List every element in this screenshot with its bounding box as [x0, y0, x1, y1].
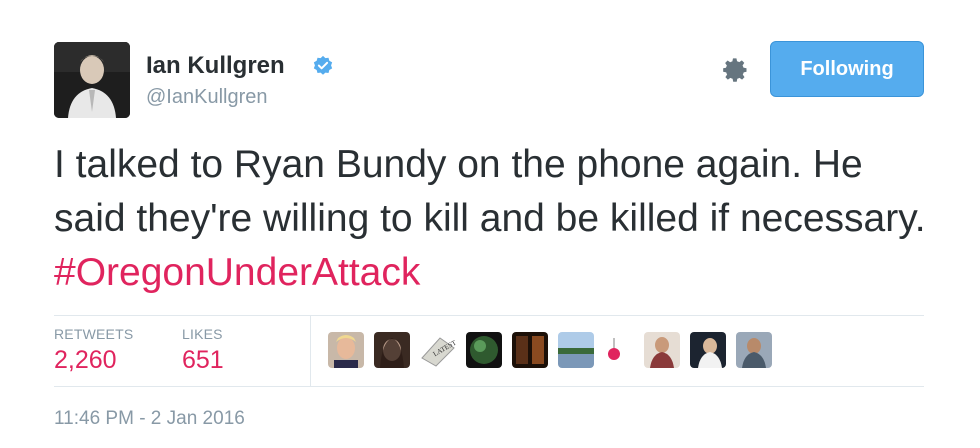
liker-avatar-7-icon[interactable] — [604, 332, 624, 368]
user-handle[interactable]: @IanKullgren — [146, 86, 267, 109]
liker-avatar-1-icon[interactable] — [328, 332, 364, 368]
tweet-body: I talked to Ryan Bundy on the phone agai… — [54, 143, 926, 240]
hashtag-link[interactable]: #OregonUnderAttack — [54, 251, 420, 294]
likes-label[interactable]: LIKES — [182, 326, 223, 342]
liker-avatar-6-icon[interactable] — [558, 332, 594, 368]
user-avatar-photo-icon — [54, 42, 130, 118]
liker-avatar-10-icon[interactable] — [736, 332, 772, 368]
tweet-text: I talked to Ryan Bundy on the phone agai… — [54, 138, 934, 300]
following-button[interactable]: Following — [770, 41, 924, 97]
gear-icon[interactable] — [722, 56, 750, 84]
likes-count[interactable]: 651 — [182, 346, 224, 375]
liker-avatar-5-icon[interactable] — [512, 332, 548, 368]
stats-top-divider — [54, 315, 924, 316]
stats-vertical-divider — [310, 316, 311, 386]
liker-avatar-2-icon[interactable] — [374, 332, 410, 368]
liker-avatar-8-icon[interactable] — [644, 332, 680, 368]
avatar[interactable] — [54, 42, 130, 118]
liker-avatar-4-icon[interactable] — [466, 332, 502, 368]
retweets-label[interactable]: RETWEETS — [54, 326, 133, 342]
tweet-timestamp[interactable]: 11:46 PM - 2 Jan 2016 — [54, 408, 245, 430]
stats-bottom-divider — [54, 386, 924, 387]
user-name[interactable]: Ian Kullgren — [146, 52, 285, 80]
liker-avatar-3-icon[interactable]: LATEST — [420, 332, 456, 368]
liker-avatar-9-icon[interactable] — [690, 332, 726, 368]
verified-badge-icon — [313, 55, 333, 75]
retweets-count[interactable]: 2,260 — [54, 346, 117, 375]
